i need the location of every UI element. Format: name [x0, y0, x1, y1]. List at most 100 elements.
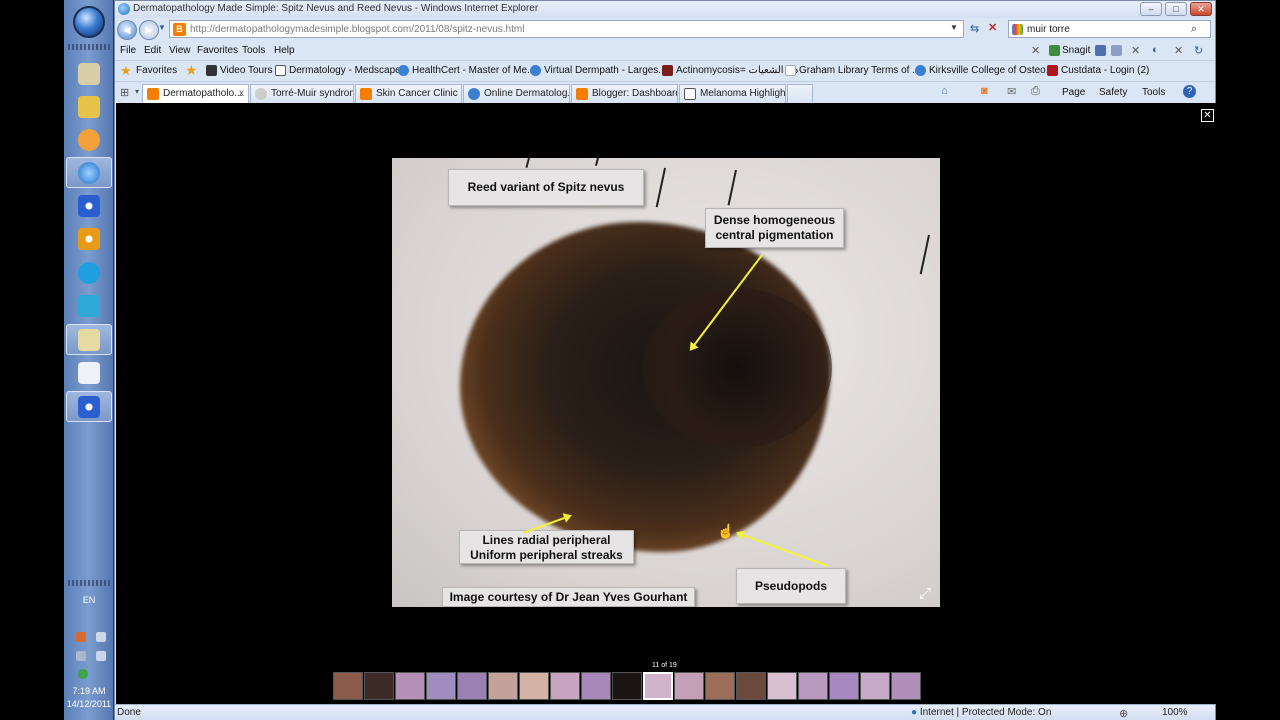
fav-virtual-dermpath[interactable]: Virtual Dermpath - Larges... — [544, 65, 667, 76]
thumbnail[interactable] — [333, 672, 363, 700]
read-mail-icon[interactable]: ✉ — [1007, 85, 1016, 98]
help-icon[interactable]: ? — [1183, 85, 1196, 98]
maximize-button[interactable]: □ — [1165, 2, 1187, 16]
menu-file[interactable]: File — [120, 45, 136, 56]
quick-tabs-icon[interactable]: ⊞ — [120, 86, 129, 99]
close-button[interactable]: ✕ — [1190, 2, 1212, 16]
close-extra-icon[interactable]: ✕ — [1174, 44, 1183, 57]
taskbar-item-internet-explorer[interactable] — [66, 157, 112, 188]
address-bar[interactable]: B http://dermatopathologymadesimple.blog… — [169, 20, 964, 38]
menu-view[interactable]: View — [169, 45, 191, 56]
tab-blogger-dashboard[interactable]: Blogger: Dashboard — [571, 84, 678, 103]
fav-actinomycosis[interactable]: Actinomycosis= داء الشعيات — [676, 65, 798, 76]
security-zone[interactable]: ● Internet | Protected Mode: On — [911, 707, 1051, 718]
refresh-icon[interactable]: ⇆ — [970, 22, 979, 35]
thumbnail[interactable] — [891, 672, 921, 700]
feeds-icon[interactable]: ◙ — [981, 85, 988, 97]
fav-dermatology-medscape[interactable]: Dermatology - Medscape — [289, 65, 401, 76]
tab-dermatopathology[interactable]: Dermatopatholo... x — [142, 84, 249, 103]
tray-volume-icon[interactable] — [96, 651, 106, 661]
tab-online-dermatology[interactable]: Online Dermatolog... — [463, 84, 570, 103]
tab-torre-muir[interactable]: Torré-Muir syndrom... — [250, 84, 354, 103]
thumbnail[interactable] — [798, 672, 828, 700]
search-icon[interactable]: ⌕ — [1191, 23, 1197, 36]
tray-network-icon[interactable] — [76, 632, 86, 642]
home-icon[interactable]: ⌂ — [941, 85, 948, 97]
thumbnail[interactable] — [364, 672, 394, 700]
extra-tool-icon[interactable]: ◐ — [1152, 44, 1159, 56]
recent-pages-dropdown-icon[interactable]: ▼ — [158, 23, 166, 32]
thumbnail[interactable] — [767, 672, 797, 700]
thumbnail[interactable] — [581, 672, 611, 700]
taskbar-item-app-orange[interactable] — [66, 223, 112, 254]
menu-favorites[interactable]: Favorites — [197, 45, 238, 56]
thumbnail[interactable] — [550, 672, 580, 700]
tray-flag-icon[interactable] — [96, 632, 106, 642]
taskbar-item-desktop[interactable] — [66, 58, 112, 89]
forward-button[interactable]: ► — [139, 20, 159, 40]
thumbnail[interactable] — [488, 672, 518, 700]
thumbnail[interactable] — [457, 672, 487, 700]
safety-menu[interactable]: Safety — [1099, 87, 1127, 98]
menu-tools[interactable]: Tools — [242, 45, 265, 56]
add-favorite-icon[interactable]: ★ — [185, 62, 198, 79]
refresh-toolbar-icon[interactable]: ↻ — [1194, 44, 1203, 57]
taskbar-item-app-blue[interactable] — [66, 190, 112, 221]
taskbar-item-notepad[interactable] — [66, 357, 112, 388]
tab-list-icon[interactable]: ▾ — [135, 87, 139, 96]
minimize-button[interactable]: – — [1140, 2, 1162, 16]
back-button[interactable]: ◄ — [117, 20, 137, 40]
expand-icon[interactable]: ⤢ — [919, 585, 931, 602]
lightbox-close-button[interactable]: ✕ — [1201, 109, 1214, 122]
thumbnail[interactable] — [643, 672, 673, 700]
favorites-button[interactable]: Favorites — [136, 65, 177, 76]
fav-custdata[interactable]: Custdata - Login (2) — [1061, 65, 1149, 76]
zoom-level[interactable]: 100% — [1162, 707, 1188, 718]
thumbnail[interactable] — [612, 672, 642, 700]
search-box[interactable]: muir torre ⌕ — [1008, 20, 1211, 38]
taskbar-grip[interactable] — [68, 44, 110, 50]
taskbar-item-app-teal[interactable] — [66, 290, 112, 321]
menu-help[interactable]: Help — [274, 45, 295, 56]
tray-monitor-icon[interactable] — [76, 651, 86, 661]
tab-close-icon[interactable]: x — [239, 88, 244, 99]
fav-kirksville[interactable]: Kirksville College of Osteo... — [929, 65, 1054, 76]
fav-video-tours[interactable]: Video Tours — [220, 65, 272, 76]
close-snagit-icon[interactable]: ✕ — [1131, 44, 1140, 57]
page-menu[interactable]: Page — [1062, 87, 1085, 98]
language-indicator[interactable]: EN — [64, 595, 114, 605]
thumbnail[interactable] — [705, 672, 735, 700]
start-button[interactable] — [73, 6, 105, 38]
thumbnail[interactable] — [674, 672, 704, 700]
stop-icon[interactable]: ✕ — [988, 21, 997, 34]
taskbar-item-folder-window[interactable] — [66, 324, 112, 355]
tab-melanoma-highlights[interactable]: Melanoma Highligh... — [679, 84, 786, 103]
tab-skin-cancer-clinic[interactable]: Skin Cancer Clinic — [355, 84, 462, 103]
clock-date[interactable]: 14/12/2011 — [64, 699, 114, 709]
thumbnail[interactable] — [829, 672, 859, 700]
search-input[interactable]: muir torre — [1027, 24, 1070, 35]
thumbnail[interactable] — [736, 672, 766, 700]
status-tool-icon[interactable]: ⊕ — [1119, 707, 1128, 720]
snagit-window-icon[interactable] — [1095, 45, 1106, 56]
tray-status-icon[interactable] — [78, 669, 88, 679]
taskbar-grip-tray[interactable] — [68, 580, 110, 586]
close-toolbar-icon[interactable]: ✕ — [1031, 44, 1040, 57]
taskbar-item-explorer[interactable] — [66, 91, 112, 122]
clock-time[interactable]: 7:19 AM — [64, 686, 114, 696]
taskbar-item-app-blue-2[interactable] — [66, 391, 112, 422]
taskbar-item-skype[interactable] — [66, 257, 112, 288]
thumbnail[interactable] — [519, 672, 549, 700]
snagit-capture-icon[interactable] — [1111, 45, 1122, 56]
thumbnail[interactable] — [860, 672, 890, 700]
print-icon[interactable]: ⎙ — [1031, 85, 1040, 98]
tools-menu[interactable]: Tools — [1142, 87, 1165, 98]
address-input[interactable]: http://dermatopathologymadesimple.blogsp… — [190, 24, 524, 35]
thumbnail[interactable] — [426, 672, 456, 700]
thumbnail[interactable] — [395, 672, 425, 700]
fav-graham-library[interactable]: Graham Library Terms of ... — [799, 65, 921, 76]
address-dropdown-icon[interactable]: ▼ — [950, 23, 958, 32]
taskbar-item-media-player[interactable] — [66, 124, 112, 155]
fav-healthcert[interactable]: HealthCert - Master of Me... — [412, 65, 535, 76]
new-tab-button[interactable] — [787, 84, 813, 103]
